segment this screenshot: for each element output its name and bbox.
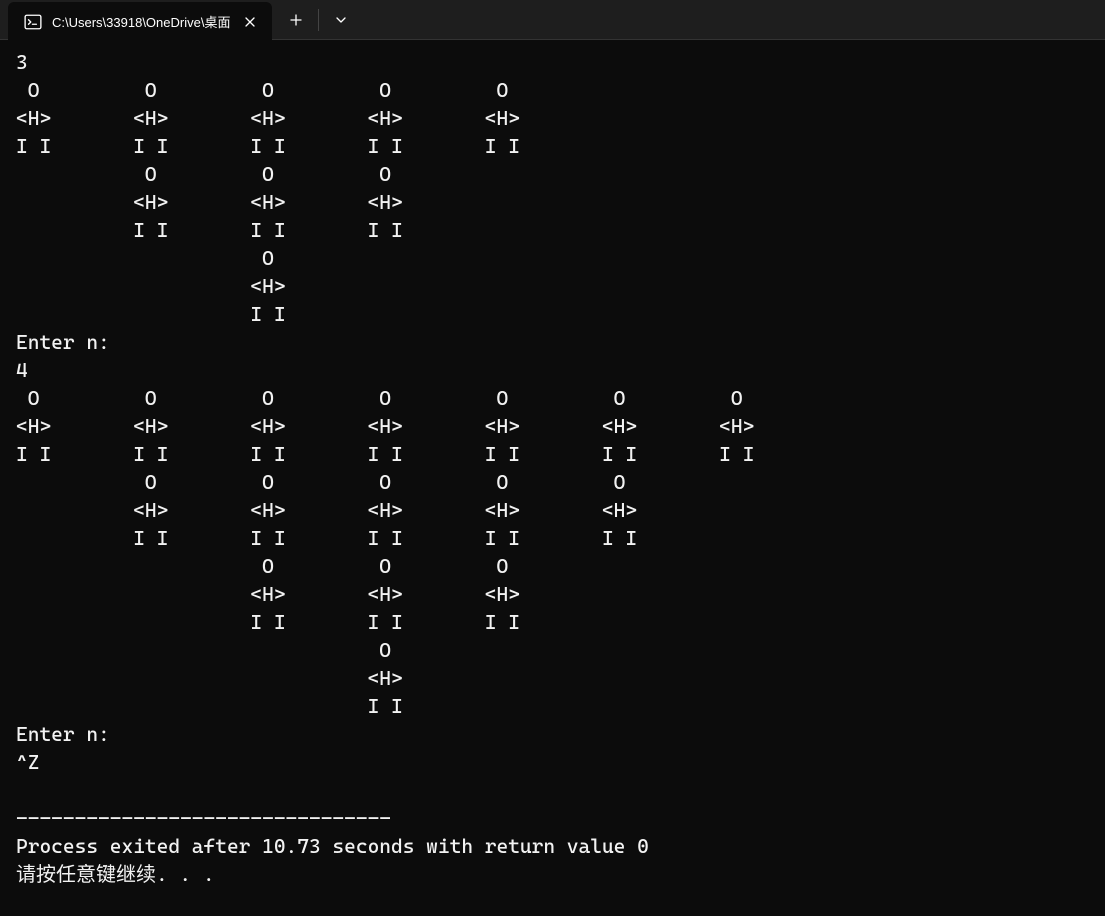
terminal-line: O	[16, 636, 1089, 664]
terminal-line: O O O O O	[16, 468, 1089, 496]
terminal-line: O O O	[16, 160, 1089, 188]
terminal-tab[interactable]: C:\Users\33918\OneDrive\桌面	[8, 2, 272, 42]
terminal-line: Enter n:	[16, 720, 1089, 748]
terminal-line: <H> <H> <H> <H> <H>	[16, 496, 1089, 524]
terminal-icon	[24, 13, 42, 31]
terminal-line: ^Z	[16, 748, 1089, 776]
tab-dropdown-button[interactable]	[321, 0, 361, 40]
terminal-line: --------------------------------	[16, 804, 1089, 832]
titlebar-actions	[276, 0, 361, 39]
terminal-line: <H>	[16, 664, 1089, 692]
divider	[318, 9, 319, 31]
terminal-line: O O O O O	[16, 76, 1089, 104]
terminal-line	[16, 776, 1089, 804]
terminal-line: I I I I I I I I I I I I I I	[16, 440, 1089, 468]
terminal-line: 请按任意键继续. . .	[16, 860, 1089, 888]
terminal-line: O O O O O O O	[16, 384, 1089, 412]
terminal-line: I I I I I I I I I I	[16, 524, 1089, 552]
terminal-line: <H> <H> <H>	[16, 188, 1089, 216]
tab-title: C:\Users\33918\OneDrive\桌面	[52, 12, 230, 31]
terminal-line: O O O	[16, 552, 1089, 580]
terminal-line: I I	[16, 300, 1089, 328]
terminal-line: <H> <H> <H> <H> <H> <H> <H>	[16, 412, 1089, 440]
terminal-line: 3	[16, 48, 1089, 76]
titlebar: C:\Users\33918\OneDrive\桌面	[0, 0, 1105, 40]
terminal-line: I I I I I I	[16, 608, 1089, 636]
terminal-line: Enter n:	[16, 328, 1089, 356]
terminal-line: Process exited after 10.73 seconds with …	[16, 832, 1089, 860]
terminal-line: <H> <H> <H> <H> <H>	[16, 104, 1089, 132]
terminal-output[interactable]: 3 O O O O O<H> <H> <H> <H> <H>I I I I I …	[0, 40, 1105, 896]
terminal-line: <H>	[16, 272, 1089, 300]
close-tab-button[interactable]	[240, 12, 260, 32]
terminal-line: <H> <H> <H>	[16, 580, 1089, 608]
terminal-line: I I I I I I I I I I	[16, 132, 1089, 160]
new-tab-button[interactable]	[276, 0, 316, 40]
terminal-line: O	[16, 244, 1089, 272]
terminal-line: I I	[16, 692, 1089, 720]
terminal-line: I I I I I I	[16, 216, 1089, 244]
terminal-line: 4	[16, 356, 1089, 384]
